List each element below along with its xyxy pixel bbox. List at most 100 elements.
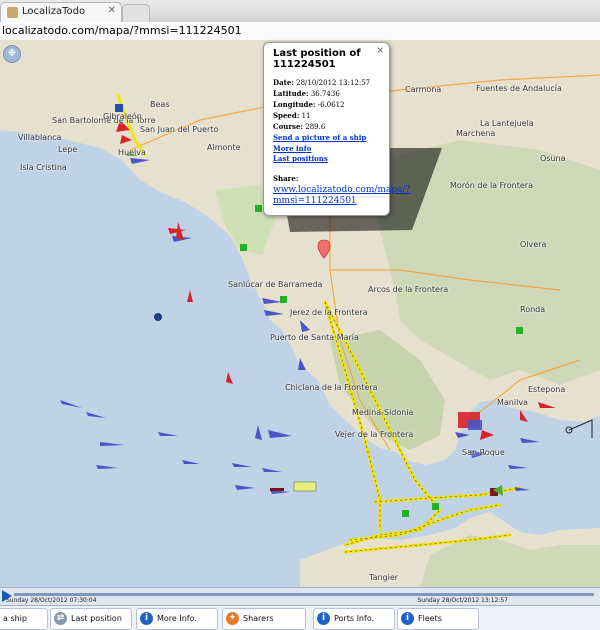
- send-picture-link[interactable]: Send a picture of a ship: [273, 133, 366, 142]
- ship-marker: [60, 400, 82, 408]
- popup-course-value: 289.6: [305, 123, 326, 131]
- favicon-icon: [7, 7, 18, 18]
- share-label: Share:: [273, 174, 298, 183]
- tab-close-icon[interactable]: ✕: [108, 5, 116, 16]
- popup-date-row: Date: 28/10/2012 13:12:57: [273, 78, 370, 87]
- place-label: Ronda: [520, 305, 546, 314]
- ship-marker: [520, 438, 540, 443]
- last-positions-link[interactable]: Last positions: [273, 154, 328, 163]
- last-position-button[interactable]: ⇄ Last position: [50, 608, 132, 630]
- ship-marker: [96, 465, 118, 469]
- more-info-label: More Info.: [157, 614, 197, 623]
- popup-longitude-row: Longitude: -6.0612: [273, 100, 345, 109]
- popup-course-label: Course:: [273, 122, 303, 131]
- ship-marker: [432, 503, 439, 510]
- last-position-label: Last position: [71, 614, 122, 623]
- position-icon: ⇄: [54, 612, 67, 625]
- ship-marker: [182, 460, 200, 464]
- new-tab-button[interactable]: [122, 4, 150, 22]
- place-label: Gibraleón: [103, 112, 142, 121]
- ship-marker: [520, 410, 528, 422]
- ports-info-button[interactable]: i Ports Info.: [313, 608, 395, 630]
- find-ship-label: a ship: [3, 614, 27, 623]
- tab-title: LocalizaTodo: [22, 6, 86, 17]
- ship-marker: [235, 485, 255, 490]
- place-label: La Lantejuela: [480, 119, 534, 128]
- place-label: San Roque: [462, 448, 505, 457]
- popup-close-icon[interactable]: ×: [376, 46, 384, 56]
- place-label: Tangier: [369, 573, 399, 582]
- popup-speed-row: Speed: 11: [273, 111, 311, 120]
- popup-speed-value: 11: [301, 112, 311, 120]
- place-label: Puerto de Santa María: [270, 333, 359, 342]
- share-label-text: Share:: [273, 174, 299, 183]
- more-info-button[interactable]: i More Info.: [136, 608, 218, 630]
- ship-marker: [100, 442, 124, 446]
- url-text: localizatodo.com/mapa/?mmsi=111224501: [2, 24, 242, 37]
- popup-course-row: Course: 289.6: [273, 122, 325, 131]
- ship-marker: [158, 432, 178, 436]
- popup-latitude-row: Latitude: 36.7436: [273, 89, 340, 98]
- ship-marker: [515, 487, 530, 491]
- ship-cluster-offshore: [168, 222, 192, 242]
- browser-tab[interactable]: LocalizaTodo ✕: [0, 2, 122, 23]
- share-url-link[interactable]: www.localizatodo.com/mapa/?mmsi=11122450…: [273, 185, 410, 207]
- info-icon: i: [401, 612, 414, 625]
- popup-date-value: 28/10/2012 13:12:57: [296, 79, 371, 87]
- info-icon: i: [140, 612, 153, 625]
- ports-info-label: Ports Info.: [334, 614, 375, 623]
- ship-marker: [86, 412, 106, 418]
- sharers-button[interactable]: ✦ Sharers: [222, 608, 306, 630]
- place-label: Isla Cristina: [20, 163, 67, 172]
- timeline-slider[interactable]: [14, 593, 594, 596]
- bottom-toolbar: a ship ⇄ Last position i More Info. ✦ Sh…: [0, 605, 600, 630]
- popup-latitude-label: Latitude:: [273, 89, 309, 98]
- place-label: Olvera: [520, 240, 547, 249]
- fleets-button[interactable]: i Fleets: [397, 608, 479, 630]
- place-label: Fuentes de Andalucía: [476, 84, 562, 93]
- ship-marker: [516, 327, 523, 334]
- place-label: Medina-Sidonia: [352, 408, 414, 417]
- place-label: Sanlúcar de Barrameda: [228, 280, 323, 289]
- info-icon: i: [317, 612, 330, 625]
- popup-title: Last position of 111224501: [273, 48, 361, 70]
- address-bar[interactable]: localizatodo.com/mapa/?mmsi=111224501: [0, 22, 600, 41]
- anchor-marker: [154, 313, 162, 321]
- map-pan-control[interactable]: ✥: [3, 45, 21, 63]
- ship-marker: [226, 372, 233, 384]
- more-info-link[interactable]: More info: [273, 144, 311, 153]
- place-label: Villablanca: [18, 133, 62, 142]
- place-label: Lepe: [58, 145, 78, 154]
- sharers-label: Sharers: [243, 614, 274, 623]
- place-label: Chiclana de la Frontera: [285, 383, 378, 392]
- popup-date-label: Date:: [273, 78, 294, 87]
- timeline-end: Sunday 28/Oct/2012 13:12:57: [417, 597, 508, 604]
- place-label: Morón de la Frontera: [450, 181, 533, 190]
- place-label: Manilva: [497, 398, 528, 407]
- place-label: Almonte: [207, 143, 241, 152]
- popup-speed-label: Speed:: [273, 111, 300, 120]
- ship-marker: [262, 468, 282, 472]
- timeline-start: Sunday 28/Oct/2012 07:30:04: [6, 597, 97, 604]
- place-label: Estepona: [528, 385, 566, 394]
- place-label: Jerez de la Frontera: [290, 308, 368, 317]
- place-label: Huelva: [118, 148, 146, 157]
- ship-marker: [270, 488, 284, 491]
- find-ship-button[interactable]: a ship: [0, 608, 48, 630]
- ship-marker: [402, 510, 409, 517]
- waypoint-line: [568, 419, 593, 438]
- share-icon: ✦: [226, 612, 239, 625]
- place-label: Osuna: [540, 154, 566, 163]
- fleets-label: Fleets: [418, 614, 442, 623]
- timeline-bar: Sunday 28/Oct/2012 07:30:04 Sunday 28/Oc…: [0, 587, 600, 606]
- ship-marker: [508, 465, 528, 469]
- ship-marker-highlight: [293, 481, 317, 492]
- position-popup: Last position of 111224501 × Date: 28/10…: [263, 42, 410, 216]
- popup-latitude-value: 36.7436: [310, 90, 340, 98]
- place-label: Marchena: [456, 129, 496, 138]
- place-label: Arcos de la Frontera: [368, 285, 449, 294]
- ship-marker: [232, 463, 252, 467]
- place-label: San Juan del Puerto: [140, 125, 219, 134]
- ship-marker: [255, 425, 262, 440]
- popup-longitude-value: -6.0612: [317, 101, 345, 109]
